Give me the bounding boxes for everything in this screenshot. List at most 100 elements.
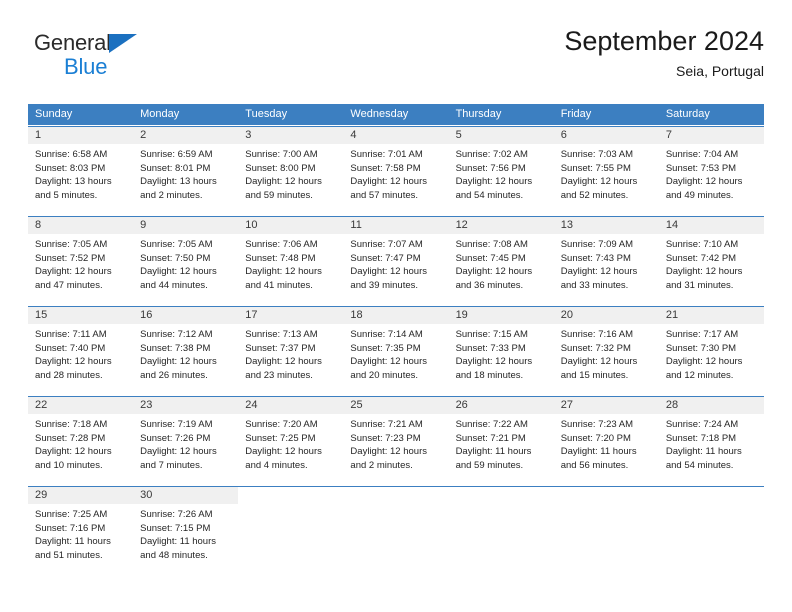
daylight-text-line1: Daylight: 12 hours (245, 266, 322, 278)
day-number: 7 (658, 127, 764, 144)
daylight-text-line2: and 28 minutes. (35, 369, 103, 381)
sunset-text: Sunset: 7:43 PM (560, 252, 631, 264)
daylight-text-line1: Daylight: 12 hours (665, 356, 743, 368)
day-cell[interactable]: 6 Sunrise: 7:03 AM Sunset: 7:55 PM Dayli… (553, 127, 659, 215)
day-cell[interactable]: 28 Sunrise: 7:24 AM Sunset: 7:18 PM Dayl… (658, 397, 764, 485)
day-cell[interactable]: 25 Sunrise: 7:21 AM Sunset: 7:23 PM Dayl… (343, 397, 449, 485)
day-number: 6 (553, 127, 659, 144)
sunrise-text: Sunrise: 7:21 AM (350, 419, 423, 430)
weekday-friday: Friday (560, 108, 592, 120)
day-details: Sunrise: 7:05 AM Sunset: 7:50 PM Dayligh… (133, 234, 238, 296)
day-number: 4 (343, 127, 449, 144)
day-cell[interactable]: 17 Sunrise: 7:13 AM Sunset: 7:37 PM Dayl… (238, 307, 344, 395)
day-cell[interactable]: 15 Sunrise: 7:11 AM Sunset: 7:40 PM Dayl… (28, 307, 134, 395)
day-details: Sunrise: 7:11 AM Sunset: 7:40 PM Dayligh… (28, 324, 133, 386)
day-details: Sunrise: 7:01 AM Sunset: 7:58 PM Dayligh… (343, 144, 448, 206)
day-number: 14 (658, 217, 764, 234)
day-cell[interactable]: 30 Sunrise: 7:26 AM Sunset: 7:15 PM Dayl… (133, 487, 239, 575)
daylight-text-line1: Daylight: 12 hours (350, 356, 427, 368)
sunset-text: Sunset: 7:45 PM (455, 252, 526, 264)
day-cell[interactable]: 4 Sunrise: 7:01 AM Sunset: 7:58 PM Dayli… (343, 127, 449, 215)
sunrise-text: Sunrise: 7:02 AM (455, 149, 528, 160)
sunrise-text: Sunrise: 7:15 AM (455, 329, 528, 340)
day-details: Sunrise: 7:10 AM Sunset: 7:42 PM Dayligh… (659, 234, 764, 296)
general-blue-logo: General Blue (34, 32, 214, 78)
daylight-text-line1: Daylight: 12 hours (245, 446, 322, 458)
daylight-text-line1: Daylight: 12 hours (140, 356, 217, 368)
day-cell[interactable]: 3 Sunrise: 7:00 AM Sunset: 8:00 PM Dayli… (238, 127, 344, 215)
day-number (343, 487, 449, 504)
day-cell[interactable]: 24 Sunrise: 7:20 AM Sunset: 7:25 PM Dayl… (238, 397, 344, 485)
day-details: Sunrise: 7:26 AM Sunset: 7:15 PM Dayligh… (133, 504, 238, 566)
sunset-text: Sunset: 7:48 PM (245, 252, 316, 264)
day-number: 3 (238, 127, 344, 144)
day-number: 11 (343, 217, 449, 234)
day-cell[interactable]: 27 Sunrise: 7:23 AM Sunset: 7:20 PM Dayl… (553, 397, 659, 485)
day-cell[interactable]: 18 Sunrise: 7:14 AM Sunset: 7:35 PM Dayl… (343, 307, 449, 395)
day-cell[interactable]: 23 Sunrise: 7:19 AM Sunset: 7:26 PM Dayl… (133, 397, 239, 485)
day-number: 18 (343, 307, 449, 324)
day-details: Sunrise: 7:07 AM Sunset: 7:47 PM Dayligh… (343, 234, 448, 296)
daylight-text-line2: and 10 minutes. (35, 459, 103, 471)
daylight-text-line2: and 2 minutes. (350, 459, 413, 471)
day-number: 1 (28, 127, 134, 144)
day-number: 12 (448, 217, 554, 234)
day-cell[interactable]: 10 Sunrise: 7:06 AM Sunset: 7:48 PM Dayl… (238, 217, 344, 305)
daylight-text-line1: Daylight: 12 hours (455, 176, 533, 188)
day-cell[interactable]: 19 Sunrise: 7:15 AM Sunset: 7:33 PM Dayl… (448, 307, 554, 395)
day-cell[interactable]: 13 Sunrise: 7:09 AM Sunset: 7:43 PM Dayl… (553, 217, 659, 305)
day-cell[interactable]: 22 Sunrise: 7:18 AM Sunset: 7:28 PM Dayl… (28, 397, 134, 485)
day-number: 22 (28, 397, 134, 414)
daylight-text-line1: Daylight: 12 hours (560, 176, 638, 188)
daylight-text-line2: and 39 minutes. (350, 279, 419, 291)
day-details: Sunrise: 6:58 AM Sunset: 8:03 PM Dayligh… (28, 144, 133, 206)
sunset-text: Sunset: 7:37 PM (245, 342, 316, 354)
sunset-text: Sunset: 7:38 PM (140, 342, 211, 354)
day-cell[interactable]: 8 Sunrise: 7:05 AM Sunset: 7:52 PM Dayli… (28, 217, 134, 305)
day-cell[interactable]: 26 Sunrise: 7:22 AM Sunset: 7:21 PM Dayl… (448, 397, 554, 485)
sunrise-text: Sunrise: 7:22 AM (455, 419, 528, 430)
daylight-text-line1: Daylight: 12 hours (665, 176, 743, 188)
sunrise-text: Sunrise: 6:59 AM (140, 149, 213, 160)
day-cell[interactable]: 20 Sunrise: 7:16 AM Sunset: 7:32 PM Dayl… (553, 307, 659, 395)
week-row: 22 Sunrise: 7:18 AM Sunset: 7:28 PM Dayl… (28, 396, 764, 485)
day-number (553, 487, 659, 504)
day-number: 16 (133, 307, 239, 324)
daylight-text-line2: and 57 minutes. (350, 189, 419, 201)
day-number: 27 (553, 397, 659, 414)
day-cell[interactable]: 29 Sunrise: 7:25 AM Sunset: 7:16 PM Dayl… (28, 487, 134, 575)
daylight-text-line1: Daylight: 12 hours (245, 356, 322, 368)
sunset-text: Sunset: 7:23 PM (350, 432, 421, 444)
day-cell[interactable]: 21 Sunrise: 7:17 AM Sunset: 7:30 PM Dayl… (658, 307, 764, 395)
day-cell[interactable]: 7 Sunrise: 7:04 AM Sunset: 7:53 PM Dayli… (658, 127, 764, 215)
day-number: 21 (658, 307, 764, 324)
sunset-text: Sunset: 7:53 PM (665, 162, 737, 174)
day-cell[interactable]: 2 Sunrise: 6:59 AM Sunset: 8:01 PM Dayli… (133, 127, 239, 215)
day-cell[interactable]: 11 Sunrise: 7:07 AM Sunset: 7:47 PM Dayl… (343, 217, 449, 305)
sunrise-text: Sunrise: 7:06 AM (245, 239, 318, 250)
day-details: Sunrise: 7:08 AM Sunset: 7:45 PM Dayligh… (449, 234, 554, 296)
day-details: Sunrise: 7:15 AM Sunset: 7:33 PM Dayligh… (449, 324, 554, 386)
day-cell[interactable]: 9 Sunrise: 7:05 AM Sunset: 7:50 PM Dayli… (133, 217, 239, 305)
day-cell-empty (238, 487, 344, 575)
day-cell[interactable]: 16 Sunrise: 7:12 AM Sunset: 7:38 PM Dayl… (133, 307, 239, 395)
day-details: Sunrise: 7:20 AM Sunset: 7:25 PM Dayligh… (238, 414, 343, 476)
day-details: Sunrise: 7:25 AM Sunset: 7:16 PM Dayligh… (28, 504, 133, 566)
sunset-text: Sunset: 7:25 PM (245, 432, 316, 444)
triangle-icon (109, 34, 137, 53)
day-cell[interactable]: 5 Sunrise: 7:02 AM Sunset: 7:56 PM Dayli… (448, 127, 554, 215)
sunset-text: Sunset: 7:28 PM (35, 432, 106, 444)
sunrise-text: Sunrise: 7:04 AM (665, 149, 739, 160)
sunset-text: Sunset: 7:21 PM (455, 432, 526, 444)
day-details: Sunrise: 7:22 AM Sunset: 7:21 PM Dayligh… (449, 414, 554, 476)
week-row: 29 Sunrise: 7:25 AM Sunset: 7:16 PM Dayl… (28, 486, 764, 575)
sunset-text: Sunset: 7:52 PM (35, 252, 106, 264)
sunrise-text: Sunrise: 7:05 AM (35, 239, 108, 250)
daylight-text-line1: Daylight: 13 hours (140, 176, 217, 188)
sunrise-text: Sunrise: 7:13 AM (245, 329, 318, 340)
day-cell[interactable]: 14 Sunrise: 7:10 AM Sunset: 7:42 PM Dayl… (658, 217, 764, 305)
day-cell[interactable]: 1 Sunrise: 6:58 AM Sunset: 8:03 PM Dayli… (28, 127, 134, 215)
sunrise-text: Sunrise: 7:09 AM (560, 239, 634, 250)
day-cell[interactable]: 12 Sunrise: 7:08 AM Sunset: 7:45 PM Dayl… (448, 217, 554, 305)
daylight-text-line1: Daylight: 12 hours (350, 266, 427, 278)
